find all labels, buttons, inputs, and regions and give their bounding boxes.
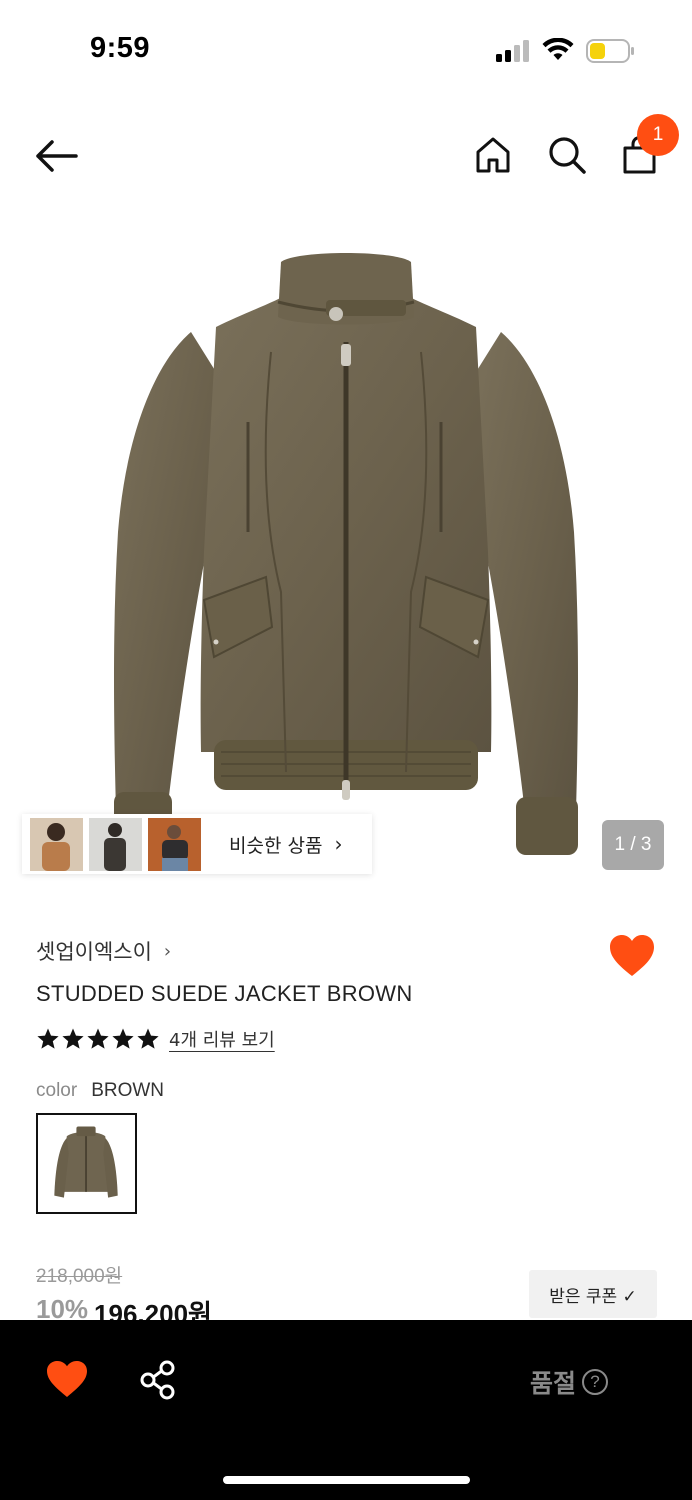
wifi-icon — [542, 38, 574, 60]
similar-products-link[interactable]: 비슷한 상품 › — [229, 831, 342, 858]
star-rating — [36, 1027, 161, 1051]
star-icon — [112, 1028, 134, 1049]
reviews-link[interactable]: 4개 리뷰 보기 — [169, 1026, 275, 1052]
option-label: color — [36, 1080, 78, 1101]
bottom-action-bar: 품절 ? — [0, 1320, 692, 1500]
brand-link[interactable]: 셋업이엑스이 › — [36, 936, 171, 966]
cart-count-badge: 1 — [637, 114, 679, 156]
share-icon[interactable] — [138, 1360, 178, 1400]
star-icon — [87, 1028, 109, 1049]
top-nav-bar — [0, 110, 692, 205]
color-swatch-brown[interactable] — [36, 1113, 137, 1214]
status-time: 9:59 — [90, 32, 151, 64]
sold-out-label: 품절 — [530, 1369, 577, 1398]
chevron-right-icon: › — [334, 832, 343, 856]
product-main-image[interactable] — [96, 232, 596, 872]
option-value: BROWN — [91, 1080, 165, 1101]
wishlist-heart-icon[interactable] — [608, 934, 656, 978]
brand-name: 셋업이엑스이 — [36, 940, 152, 964]
status-bar: 9:59 — [0, 0, 692, 100]
wishlist-heart-icon[interactable] — [46, 1360, 88, 1398]
similar-products-label: 비슷한 상품 — [229, 834, 323, 857]
color-option-row: color BROWN — [36, 1080, 164, 1102]
image-page-indicator: 1 / 3 — [602, 820, 664, 870]
sale-price: 196,200원 — [94, 1299, 212, 1320]
chevron-right-icon: › — [163, 940, 172, 962]
similar-product-thumbnail[interactable] — [148, 817, 201, 871]
star-icon — [62, 1028, 84, 1049]
price-row: 10% 196,200원 — [36, 1294, 212, 1320]
original-price: 218,000원 — [36, 1266, 123, 1287]
cellular-signal-icon — [496, 40, 529, 62]
discount-rate: 10% — [36, 1294, 89, 1320]
star-icon — [137, 1028, 159, 1049]
home-indicator — [223, 1476, 470, 1484]
received-coupon-button[interactable]: 받은 쿠폰 ✓ — [529, 1270, 657, 1318]
star-icon — [37, 1028, 59, 1049]
similar-products-strip[interactable]: 비슷한 상품 › — [22, 814, 372, 874]
search-icon[interactable] — [544, 132, 590, 178]
rating-row: 4개 리뷰 보기 — [36, 1026, 275, 1052]
back-arrow-icon[interactable] — [30, 134, 82, 178]
similar-product-thumbnail[interactable] — [89, 817, 142, 871]
product-title: STUDDED SUEDE JACKET BROWN — [36, 981, 413, 1006]
sold-out-button[interactable]: 품절 ? — [530, 1364, 609, 1400]
home-icon[interactable] — [470, 132, 516, 178]
help-circle-icon: ? — [582, 1369, 609, 1395]
battery-icon — [586, 39, 634, 63]
similar-product-thumbnail[interactable] — [30, 817, 83, 871]
